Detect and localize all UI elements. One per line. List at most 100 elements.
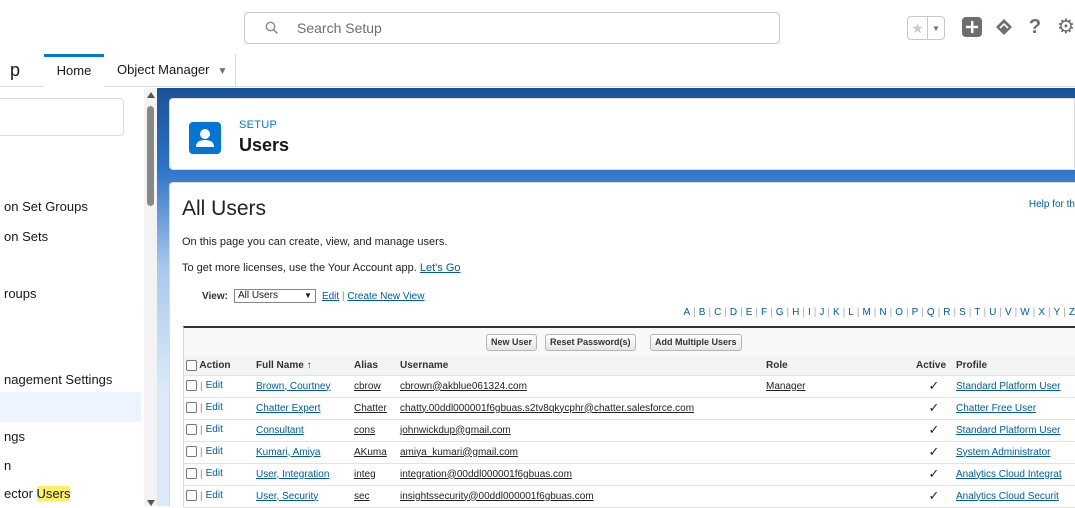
sidebar-scrollbar[interactable]	[144, 88, 157, 506]
user-name-link[interactable]: Kumari, Amiya	[256, 447, 320, 458]
alpha-filter-s[interactable]: S	[959, 307, 966, 318]
active-cell: ✓	[914, 441, 954, 463]
edit-link[interactable]: Edit	[206, 403, 223, 414]
row-checkbox[interactable]	[186, 380, 197, 391]
user-name-link[interactable]: User, Integration	[256, 469, 329, 480]
username-link[interactable]: insightssecurity@00ddl000001f6gbuas.com	[400, 491, 594, 502]
quick-find-input[interactable]	[0, 98, 124, 136]
scroll-thumb[interactable]	[147, 106, 154, 206]
edit-link[interactable]: Edit	[206, 469, 223, 480]
trailhead-icon[interactable]	[993, 16, 1015, 38]
alias-link[interactable]: integ	[354, 469, 376, 480]
tab-home[interactable]: Home	[44, 54, 104, 87]
sidebar-selected-row[interactable]	[0, 392, 141, 422]
username-link[interactable]: amiya_kumari@gmail.com	[400, 447, 518, 458]
alias-link[interactable]: cons	[354, 425, 375, 436]
sidebar-item-connector-users[interactable]: ector Users	[4, 486, 70, 501]
add-icon[interactable]	[961, 16, 983, 38]
profile-link[interactable]: Standard Platform User	[956, 381, 1061, 392]
favorites-control[interactable]: ★ ▼	[907, 16, 945, 40]
chevron-down-icon[interactable]: ▼	[928, 17, 944, 39]
column-username[interactable]: Username	[398, 356, 764, 375]
create-new-view-link[interactable]: Create New View	[347, 291, 424, 302]
reset-password-button[interactable]: Reset Password(s)	[545, 334, 636, 351]
profile-link[interactable]: Analytics Cloud Securit	[956, 491, 1059, 502]
chevron-down-icon[interactable]: ▼	[218, 56, 228, 87]
scroll-down-icon[interactable]	[147, 500, 155, 506]
role-link[interactable]: Manager	[766, 381, 805, 392]
username-link[interactable]: integration@00ddl000001f6gbuas.com	[400, 469, 572, 480]
row-checkbox[interactable]	[186, 446, 197, 457]
alpha-separator: |	[918, 307, 927, 318]
alias-link[interactable]: Chatter	[354, 403, 387, 414]
column-active[interactable]: Active	[914, 356, 954, 375]
active-check-icon: ✓	[929, 488, 940, 503]
username-link[interactable]: johnwickdup@gmail.com	[400, 425, 511, 436]
active-check-icon: ✓	[929, 466, 940, 481]
view-select-value: All Users	[238, 290, 278, 301]
row-checkbox[interactable]	[186, 424, 197, 435]
alpha-filter-t[interactable]: T	[974, 307, 980, 318]
profile-cell: Analytics Cloud Integrat	[954, 463, 1075, 485]
alpha-filter-m[interactable]: M	[862, 307, 870, 318]
sidebar-item-settings[interactable]: ngs	[4, 429, 25, 444]
column-alias[interactable]: Alias	[352, 356, 398, 375]
sidebar-item-permission-set-groups[interactable]: on Set Groups	[4, 199, 88, 214]
alpha-separator: |	[767, 307, 776, 318]
profile-link[interactable]: System Administrator	[956, 447, 1050, 458]
edit-link[interactable]: Edit	[206, 425, 223, 436]
list-button-bar: New User Reset Password(s) Add Multiple …	[184, 328, 1075, 356]
alpha-filter-z[interactable]: Z	[1069, 307, 1075, 318]
row-checkbox[interactable]	[186, 402, 197, 413]
alpha-separator: |	[721, 307, 730, 318]
edit-link[interactable]: Edit	[206, 381, 223, 392]
alpha-filter-k[interactable]: K	[833, 307, 840, 318]
alpha-filter-l[interactable]: L	[848, 307, 854, 318]
alpha-filter-r[interactable]: R	[943, 307, 950, 318]
username-link[interactable]: cbrown@akblue061324.com	[400, 381, 527, 392]
gear-icon[interactable]: ⚙	[1055, 16, 1075, 38]
sidebar-item-n[interactable]: n	[4, 458, 11, 473]
row-checkbox[interactable]	[186, 468, 197, 479]
alpha-filter-v[interactable]: V	[1005, 307, 1012, 318]
column-role[interactable]: Role	[764, 356, 914, 375]
alias-link[interactable]: AKuma	[354, 447, 387, 458]
profile-link[interactable]: Standard Platform User	[956, 425, 1061, 436]
tab-object-manager[interactable]: Object Manager▼	[117, 54, 236, 87]
add-multiple-users-button[interactable]: Add Multiple Users	[650, 334, 742, 351]
alpha-filter-n[interactable]: N	[879, 307, 886, 318]
help-icon[interactable]: ?	[1024, 16, 1046, 38]
alpha-filter-g[interactable]: G	[776, 307, 784, 318]
search-setup-input[interactable]: Search Setup	[244, 12, 780, 44]
select-all-checkbox[interactable]	[186, 360, 197, 371]
user-name-link[interactable]: User, Security	[256, 491, 318, 502]
alpha-filter-o[interactable]: O	[895, 307, 903, 318]
new-user-button[interactable]: New User	[486, 334, 537, 351]
alpha-filter-w[interactable]: W	[1020, 307, 1029, 318]
username-link[interactable]: chatty.00ddl000001f6gbuas.s2tv8qkycphr@c…	[400, 403, 694, 414]
sidebar-item-management-settings[interactable]: nagement Settings	[4, 372, 112, 387]
alpha-filter-x[interactable]: X	[1038, 307, 1045, 318]
alias-link[interactable]: cbrow	[354, 381, 381, 392]
alpha-filter-q[interactable]: Q	[927, 307, 935, 318]
column-full-name[interactable]: Full Name ↑	[254, 356, 352, 375]
sidebar-item-permission-sets[interactable]: on Sets	[4, 229, 48, 244]
sidebar-item-groups[interactable]: roups	[4, 286, 37, 301]
row-checkbox[interactable]	[186, 490, 197, 501]
alias-link[interactable]: sec	[354, 491, 370, 502]
user-name-link[interactable]: Brown, Courtney	[256, 381, 330, 392]
scroll-up-icon[interactable]	[147, 92, 155, 98]
column-profile[interactable]: Profile	[954, 356, 1075, 375]
profile-link[interactable]: Chatter Free User	[956, 403, 1036, 414]
view-select[interactable]: All Users ▼	[234, 289, 316, 303]
lets-go-link[interactable]: Let's Go	[420, 262, 461, 274]
edit-view-link[interactable]: Edit	[322, 291, 339, 302]
profile-link[interactable]: Analytics Cloud Integrat	[956, 469, 1062, 480]
help-link[interactable]: Help for th	[1029, 199, 1075, 210]
edit-link[interactable]: Edit	[206, 447, 223, 458]
alpha-separator: |	[951, 307, 960, 318]
star-icon[interactable]: ★	[908, 17, 928, 39]
edit-link[interactable]: Edit	[206, 491, 223, 502]
user-name-link[interactable]: Consultant	[256, 425, 304, 436]
user-name-link[interactable]: Chatter Expert	[256, 403, 320, 414]
